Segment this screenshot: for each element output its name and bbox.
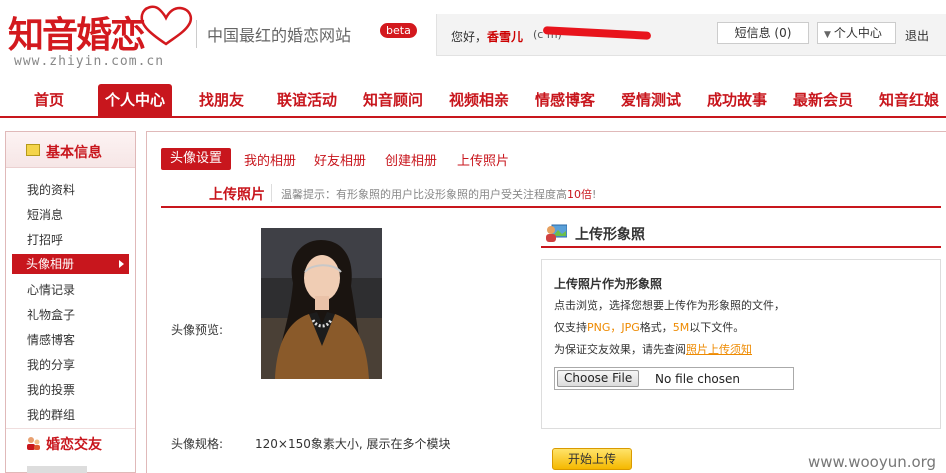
sidebar-section-title: 婚恋交友	[46, 437, 102, 453]
sidebar-section-title: 基本信息	[46, 145, 102, 161]
tab-create-album[interactable]: 创建相册	[385, 150, 437, 169]
beta-badge: beta	[380, 23, 417, 38]
logo-url: www.zhiyin.com.cn	[14, 54, 165, 69]
site-header: 知音婚恋 www.zhiyin.com.cn 中国最红的婚恋网站 beta 您好…	[0, 0, 946, 80]
avatar-spec-value: 120×150象素大小, 展示在多个模块	[255, 437, 451, 451]
size-suffix: 以下文件。	[689, 321, 745, 334]
sidebar-section-basic: 基本信息	[6, 132, 135, 168]
nav-item-matchmaker[interactable]: 知音红娘	[879, 89, 939, 110]
tab-my-album[interactable]: 我的相册	[244, 150, 296, 169]
tab-avatar-settings[interactable]: 头像设置	[161, 148, 231, 170]
main-content: 头像设置 我的相册 好友相册 创建相册 上传照片 上传照片 温馨提示：有形象照的…	[146, 131, 946, 473]
nav-item-video-dating[interactable]: 视频相亲	[449, 89, 509, 110]
notepad-icon	[26, 144, 40, 156]
tip-prefix: 温馨提示：有形象照的用户比没形象照的用户受关注程度高	[281, 188, 567, 201]
upload-notice-link[interactable]: 照片上传须知	[686, 343, 752, 356]
sidebar-item-blog[interactable]: 情感博客	[27, 331, 75, 348]
greeting-text: 您好，	[451, 30, 488, 44]
nav-item-personal-center[interactable]: 个人中心	[98, 84, 172, 116]
sidebar-item-votes[interactable]: 我的投票	[27, 381, 75, 398]
sidebar-item-shares[interactable]: 我的分享	[27, 356, 75, 373]
tip-suffix: !	[592, 188, 597, 201]
upload-panel-title: 上传形象照	[575, 227, 645, 243]
chevron-right-icon	[119, 260, 124, 268]
logout-link[interactable]: 退出	[905, 27, 929, 44]
format-mid: 格式，	[639, 321, 673, 334]
nav-item-events[interactable]: 联谊活动	[277, 89, 337, 110]
upload-panel-header: 上传形象照	[541, 218, 941, 248]
nav-item-new-members[interactable]: 最新会员	[793, 89, 853, 110]
section-title: 上传照片	[209, 187, 265, 203]
upload-heading: 上传照片作为形象照	[554, 277, 663, 291]
avatar-preview-image	[261, 228, 382, 379]
format-prefix: 仅支持	[554, 321, 587, 334]
username-link[interactable]: 香雪儿	[487, 28, 523, 45]
sidebar-item-label: 头像相册	[26, 257, 75, 271]
sidebar-item-album[interactable]: 头像相册	[12, 254, 129, 274]
tab-friends-album[interactable]: 好友相册	[314, 150, 366, 169]
nav-item-home[interactable]: 首页	[34, 89, 64, 110]
size-limit: 5M	[672, 321, 690, 334]
sidebar-item-gifts[interactable]: 礼物盒子	[27, 306, 75, 323]
upload-instruction-2: 仅支持PNG，JPG格式，5M以下文件。	[554, 319, 744, 335]
user-bar: 您好， 香雪儿 (c m) 短信息 (0) ▼ 个人中心 退出	[436, 14, 946, 56]
sidebar-section-dating: 婚恋交友	[6, 428, 135, 458]
file-input[interactable]: Choose File No file chosen	[554, 367, 794, 390]
notice-prefix: 为保证交友效果，请先查阅	[554, 343, 686, 356]
sidebar-item-messages[interactable]: 短消息	[27, 206, 63, 223]
sidebar-item-mood[interactable]: 心情记录	[27, 281, 75, 298]
start-upload-button[interactable]: 开始上传	[552, 448, 632, 470]
upload-instruction-3: 为保证交友效果，请先查阅照片上传须知	[554, 341, 752, 357]
avatar-photo	[261, 228, 382, 379]
avatar-spec-label: 头像规格:	[171, 437, 224, 451]
chevron-down-icon: ▼	[824, 30, 831, 40]
upload-instruction-1: 点击浏览，选择您想要上传作为形象照的文件，	[554, 299, 785, 312]
site-slogan: 中国最红的婚恋网站	[207, 26, 352, 45]
sidebar-item-groups[interactable]: 我的群组	[27, 406, 75, 423]
site-logo[interactable]: 知音婚恋 www.zhiyin.com.cn	[8, 5, 192, 72]
main-nav: 首页 个人中心 找朋友 联谊活动 知音顾问 视频相亲 情感博客 爱情测试 成功故…	[0, 80, 946, 118]
tab-upload-photo[interactable]: 上传照片	[457, 150, 509, 169]
nav-item-love-test[interactable]: 爱情测试	[621, 89, 681, 110]
tip-highlight: 10倍	[567, 188, 592, 201]
choose-file-button[interactable]: Choose File	[557, 370, 640, 387]
file-status: No file chosen	[655, 372, 741, 386]
heart-icon	[140, 5, 192, 46]
upload-photo-icon	[546, 224, 567, 242]
header-divider	[196, 20, 197, 48]
nav-item-success-stories[interactable]: 成功故事	[707, 89, 767, 110]
tip-text: 温馨提示：有形象照的用户比没形象照的用户受关注程度高10倍!	[281, 186, 596, 202]
nav-item-find-friends[interactable]: 找朋友	[199, 89, 244, 110]
sidebar-item-greetings[interactable]: 打招呼	[27, 231, 63, 248]
section-divider	[271, 184, 272, 202]
nav-item-blog[interactable]: 情感博客	[535, 89, 595, 110]
format-list: PNG，JPG	[587, 321, 640, 334]
personal-center-dropdown[interactable]: ▼ 个人中心	[817, 22, 896, 44]
couple-icon	[27, 437, 40, 450]
upload-panel: 上传照片作为形象照 点击浏览，选择您想要上传作为形象照的文件， 仅支持PNG，J…	[541, 259, 941, 429]
sidebar-item-profile[interactable]: 我的资料	[27, 181, 75, 198]
logo-text: 知音婚恋	[8, 15, 146, 56]
messages-button[interactable]: 短信息 (0)	[717, 22, 809, 44]
sidebar-item-cutoff	[27, 466, 87, 473]
nav-item-advisor[interactable]: 知音顾问	[363, 89, 423, 110]
sidebar: 基本信息 我的资料 短消息 打招呼 头像相册 心情记录 礼物盒子 情感博客 我的…	[5, 131, 136, 473]
section-header: 上传照片 温馨提示：有形象照的用户比没形象照的用户受关注程度高10倍!	[161, 180, 941, 208]
avatar-preview-label: 头像预览:	[171, 323, 224, 337]
personal-center-label: 个人中心	[833, 26, 882, 40]
watermark: www.wooyun.org	[808, 453, 937, 471]
